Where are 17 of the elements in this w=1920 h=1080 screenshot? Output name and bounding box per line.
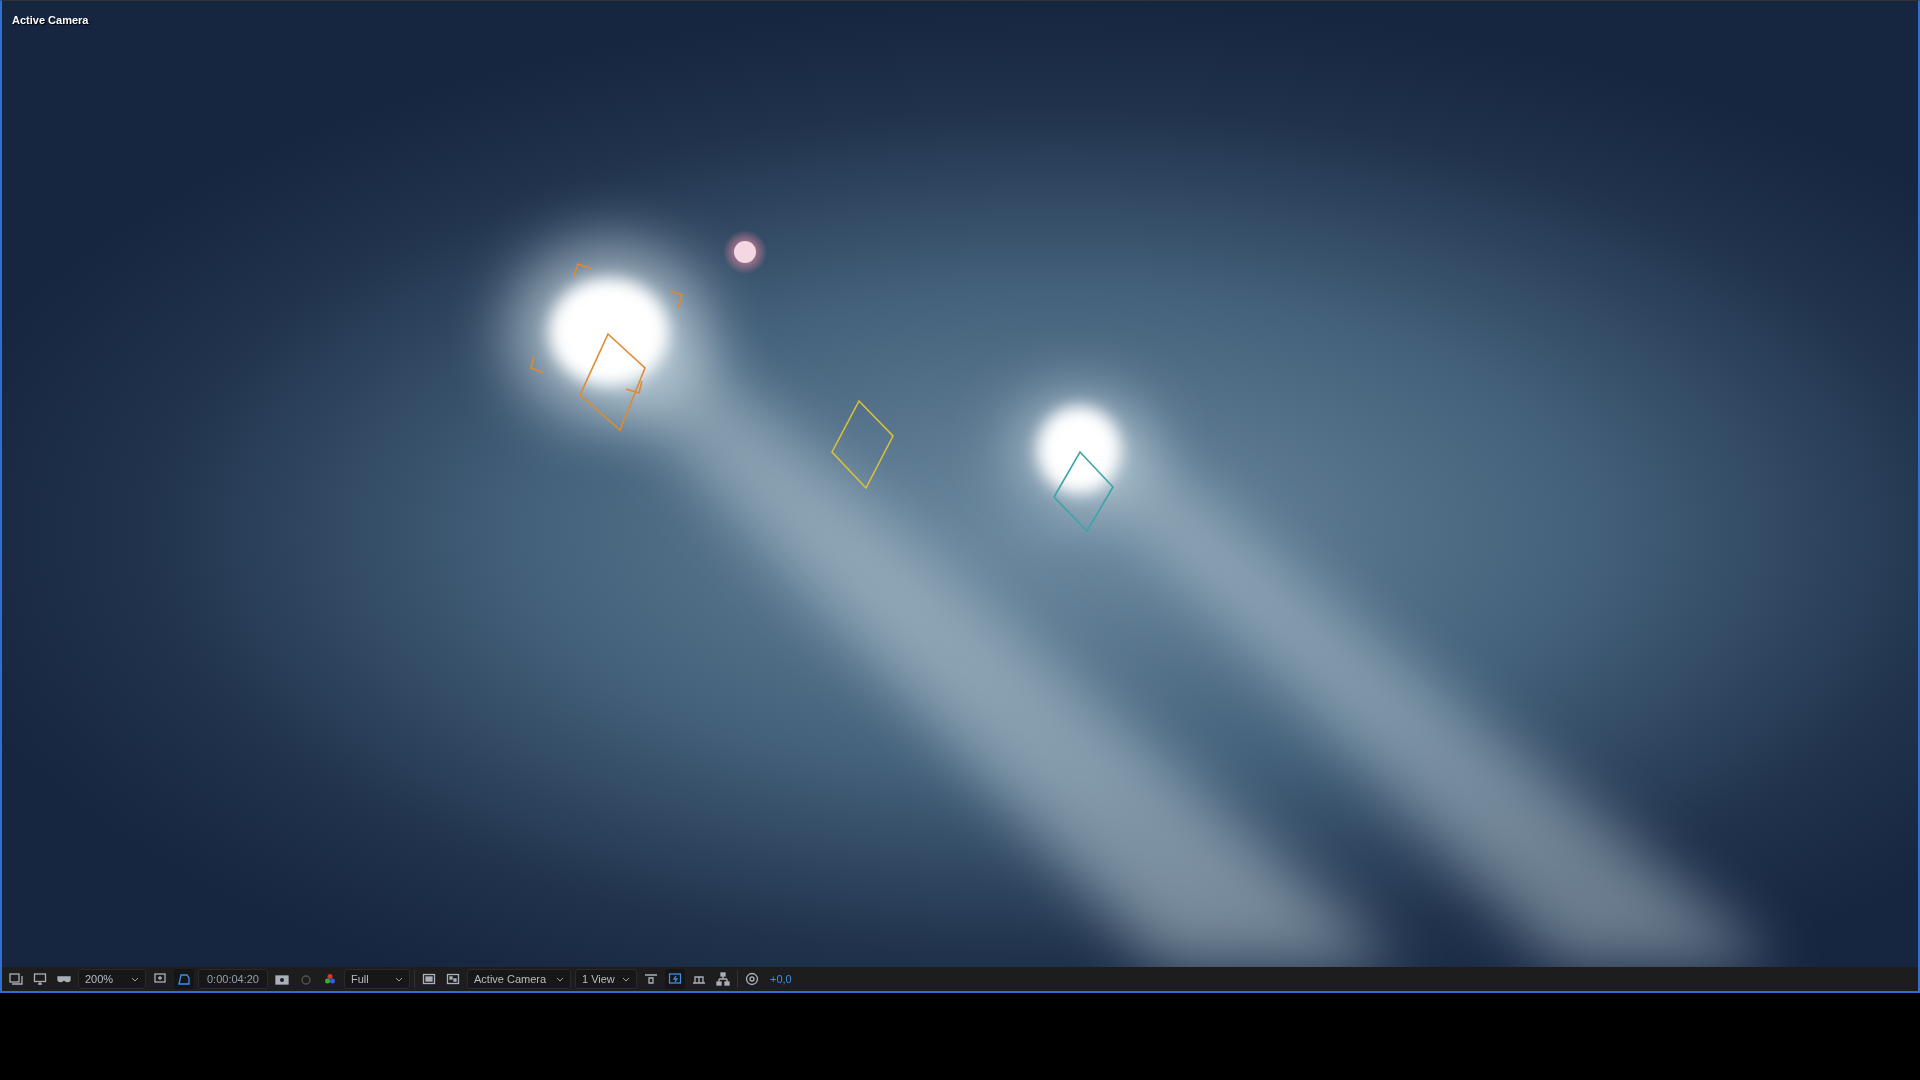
mask-path-icon[interactable]	[174, 969, 194, 989]
view-layout-dropdown[interactable]: 1 View	[575, 969, 637, 989]
flowchart-icon[interactable]	[713, 969, 733, 989]
light-gizmo[interactable]	[1053, 450, 1114, 533]
exposure-value[interactable]: +0,0	[766, 973, 796, 985]
viewer-label: Active Camera	[12, 14, 89, 26]
caret-icon	[556, 976, 564, 982]
light-gizmo[interactable]	[831, 399, 894, 490]
timecode-field[interactable]: 0:00:04:20	[198, 969, 268, 989]
zoom-dropdown[interactable]: 200%	[78, 969, 146, 989]
camera-view-dropdown[interactable]: Active Camera	[467, 969, 571, 989]
fast-previews-icon[interactable]	[665, 969, 685, 989]
caret-icon	[131, 976, 139, 982]
caret-icon	[395, 976, 403, 982]
resolution-dropdown[interactable]: Full	[344, 969, 410, 989]
light-gizmo[interactable]	[530, 262, 683, 432]
caret-icon	[622, 976, 630, 982]
